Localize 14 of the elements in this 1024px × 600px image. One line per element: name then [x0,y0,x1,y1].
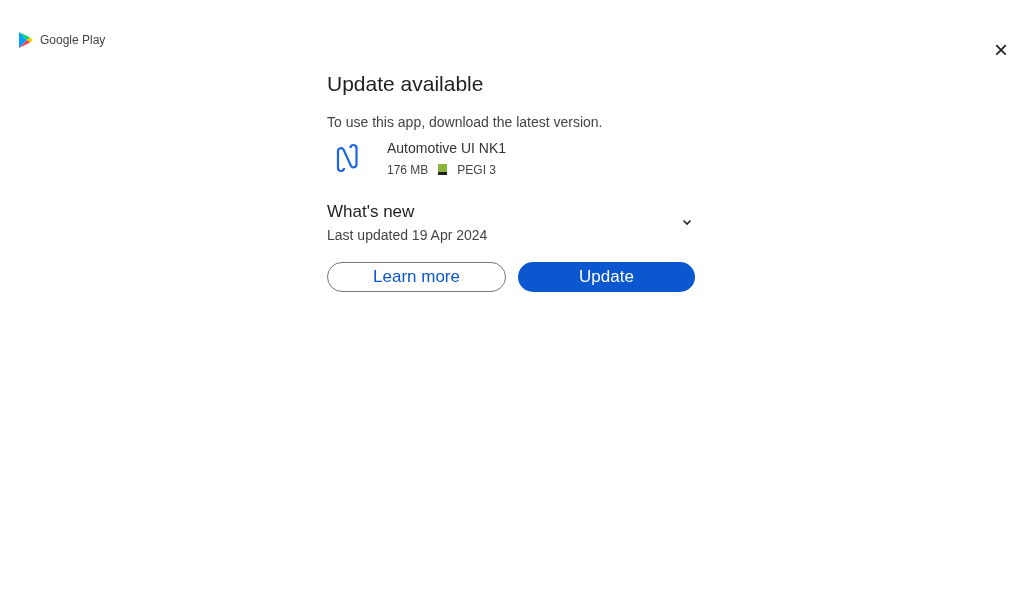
app-name: Automotive UI NK1 [387,139,507,156]
age-rating: PEGI 3 [457,162,497,177]
close-button[interactable]: × [990,38,1012,62]
dialog-title: Update available [327,72,485,96]
brand-name: Google Play [40,33,106,47]
age-rating-icon [438,164,448,175]
learn-more-button[interactable]: Learn more [327,262,506,292]
dialog-message: To use this app, download the latest version. [327,114,604,130]
play-logo-icon [18,31,34,49]
app-size: 176 MB [387,162,429,177]
chevron-icon[interactable] [682,219,692,226]
update-button[interactable]: Update [518,262,695,292]
last-updated: Last updated 19 Apr 2024 [327,227,488,243]
section-title: What's new [327,202,416,222]
